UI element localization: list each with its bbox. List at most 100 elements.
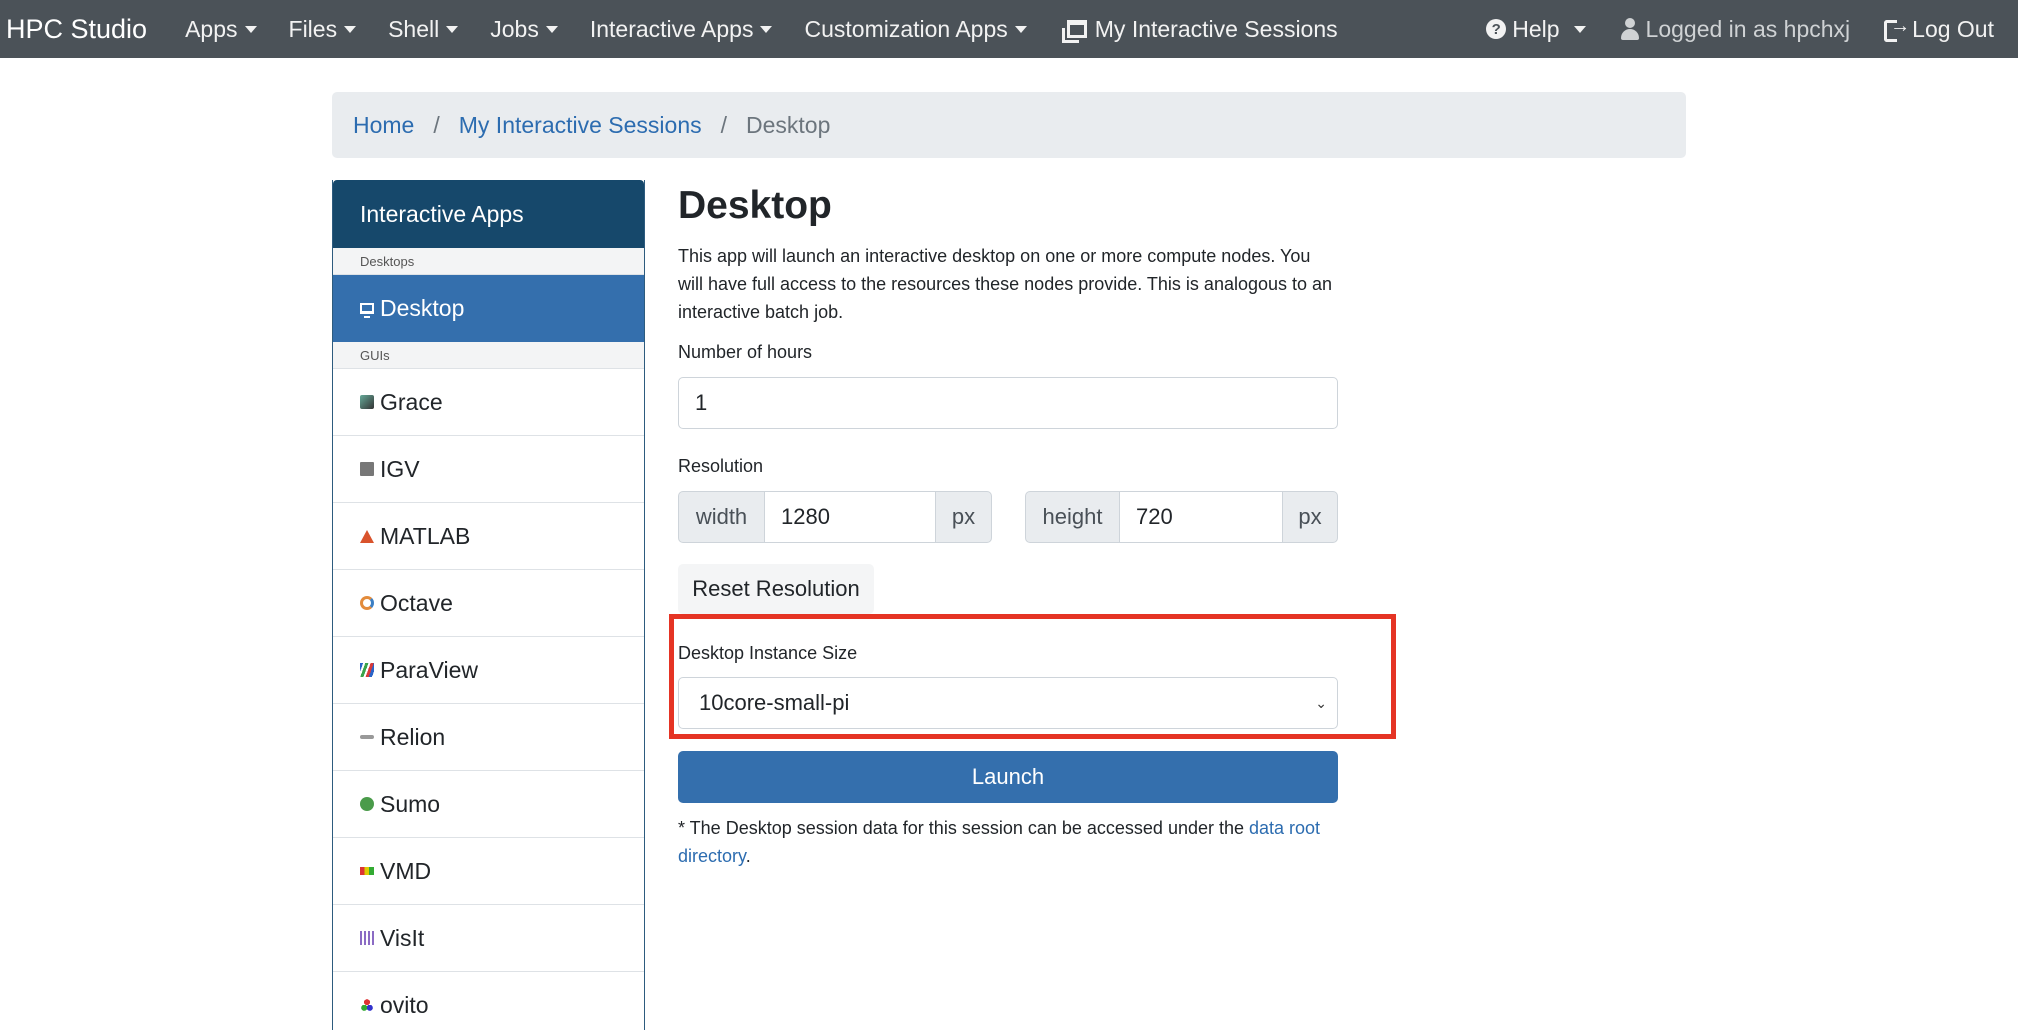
nav-apps-label: Apps [185, 15, 238, 42]
hours-input[interactable]: 1 [678, 377, 1338, 429]
height-input-group: height 720 px [1025, 491, 1338, 543]
brand-logo[interactable]: HPC Studio [6, 14, 147, 45]
chevron-down-icon: ⌄ [1315, 694, 1327, 711]
logout-icon [1884, 15, 1910, 42]
sidebar-item-relion[interactable]: Relion [333, 704, 644, 771]
page-title: Desktop [678, 184, 832, 227]
instance-size-select[interactable]: 10core-small-pi ⌄ [678, 677, 1338, 729]
note-text: * The Desktop session data for this sess… [678, 818, 1249, 838]
sidebar-item-octave[interactable]: Octave [333, 570, 644, 637]
sidebar-item-matlab[interactable]: MATLAB [333, 503, 644, 570]
nav-logout-link[interactable]: Log Out [1884, 15, 1994, 43]
paraview-icon [360, 663, 374, 677]
width-px-addon: px [935, 491, 992, 543]
nav-files-menu[interactable]: Files [289, 16, 357, 43]
sidebar-item-grace[interactable]: Grace [333, 369, 644, 436]
sidebar-item-label: Sumo [380, 790, 441, 817]
session-data-note: * The Desktop session data for this sess… [678, 814, 1338, 870]
igv-icon [360, 462, 374, 476]
nav-right: ?Help Logged in as hpchxj Log Out [1452, 15, 1994, 43]
caret-down-icon [344, 25, 357, 33]
breadcrumb-home[interactable]: Home [353, 112, 414, 139]
grace-icon [360, 395, 374, 409]
height-px-addon: px [1282, 491, 1338, 543]
nav-jobs-label: Jobs [490, 15, 539, 42]
sidebar-item-desktop[interactable]: Desktop [333, 275, 644, 342]
nav-user-info: Logged in as hpchxj [1620, 15, 1851, 43]
visit-icon [360, 931, 374, 945]
sidebar-item-ovito[interactable]: ovito [333, 972, 644, 1030]
caret-down-icon [244, 25, 257, 33]
sidebar-item-label: MATLAB [380, 522, 471, 549]
sidebar-group-desktops: Desktops [333, 248, 644, 275]
app-description: This app will launch an interactive desk… [678, 246, 1333, 322]
sidebar-item-label: Desktop [380, 295, 465, 321]
sidebar-item-label: VMD [380, 857, 432, 884]
nav-jobs-menu[interactable]: Jobs [490, 16, 558, 43]
nav-user-label: Logged in as hpchxj [1645, 15, 1851, 42]
nav-customization-apps-menu[interactable]: Customization Apps [804, 15, 1027, 43]
windows-icon [1061, 20, 1087, 43]
caret-down-icon [1573, 25, 1586, 33]
note-suffix: . [745, 846, 751, 866]
nav-menus: Apps Files Shell Jobs Interactive Apps C… [185, 16, 1370, 43]
nav-apps-menu[interactable]: Apps [185, 15, 257, 43]
ovito-icon [360, 998, 374, 1012]
width-addon: width [678, 491, 765, 543]
caret-down-icon [760, 25, 773, 33]
nav-files-label: Files [288, 15, 338, 42]
nav-my-sessions-label: My Interactive Sessions [1094, 15, 1338, 42]
sidebar-item-label: ovito [380, 991, 429, 1018]
launch-button[interactable]: Launch [678, 751, 1338, 803]
question-circle-icon: ? [1486, 19, 1507, 39]
reset-resolution-button[interactable]: Reset Resolution [678, 564, 874, 614]
nav-shell-label: Shell [388, 15, 440, 42]
main-form: Desktop This app will launch an interact… [669, 180, 1396, 866]
matlab-icon [360, 529, 374, 543]
hours-value: 1 [695, 390, 708, 415]
sidebar-item-sumo[interactable]: Sumo [333, 771, 644, 838]
caret-down-icon [545, 25, 558, 33]
sumo-icon [360, 797, 374, 811]
sidebar-group-guis: GUIs [333, 342, 644, 369]
nav-help-label: Help [1512, 15, 1560, 42]
sidebar-item-label: ParaView [380, 656, 479, 683]
breadcrumb-sessions[interactable]: My Interactive Sessions [459, 112, 702, 139]
resolution-label: Resolution [678, 456, 764, 476]
octave-icon [360, 596, 374, 610]
width-input-group: width 1280 px [678, 491, 992, 543]
desktop-icon [360, 303, 374, 318]
caret-down-icon [446, 25, 459, 33]
sidebar: Interactive Apps Desktops Desktop GUIs G… [332, 180, 645, 1030]
sidebar-item-vmd[interactable]: VMD [333, 838, 644, 905]
breadcrumb: Home / My Interactive Sessions / Desktop [332, 92, 1686, 158]
vmd-icon [360, 867, 374, 875]
sidebar-item-label: Grace [380, 388, 443, 415]
nav-shell-menu[interactable]: Shell [388, 15, 459, 43]
width-input[interactable]: 1280 [765, 491, 935, 543]
breadcrumb-separator: / [720, 111, 728, 138]
nav-interactive-apps-menu[interactable]: Interactive Apps [590, 16, 773, 43]
height-addon: height [1025, 491, 1120, 543]
relion-icon [360, 735, 374, 739]
sidebar-item-paraview[interactable]: ParaView [333, 637, 644, 704]
nav-help-menu[interactable]: ? Help [1486, 15, 1586, 43]
user-icon [1620, 18, 1640, 40]
nav-customization-apps-label: Customization Apps [804, 15, 1008, 42]
breadcrumb-current: Desktop [746, 111, 831, 138]
sidebar-item-label: Relion [380, 723, 446, 750]
sidebar-item-label: VisIt [380, 924, 425, 951]
sidebar-item-label: Octave [380, 589, 453, 616]
nav-logout-label: Log Out [1912, 15, 1994, 42]
sidebar-item-igv[interactable]: IGV [333, 436, 644, 503]
instance-size-label: Desktop Instance Size [678, 643, 858, 663]
height-input[interactable]: 720 [1120, 491, 1282, 543]
caret-down-icon [1014, 25, 1027, 33]
nav-my-sessions-link[interactable]: My Interactive Sessions [1059, 16, 1338, 43]
sidebar-item-label: IGV [380, 455, 420, 482]
sidebar-header: Interactive Apps [333, 180, 644, 248]
nav-interactive-apps-label: Interactive Apps [589, 15, 754, 42]
top-navbar: HPC Studio Apps Files Shell Jobs Interac… [0, 0, 2018, 58]
instance-size-value: 10core-small-pi [699, 690, 850, 715]
sidebar-item-visit[interactable]: VisIt [333, 905, 644, 972]
